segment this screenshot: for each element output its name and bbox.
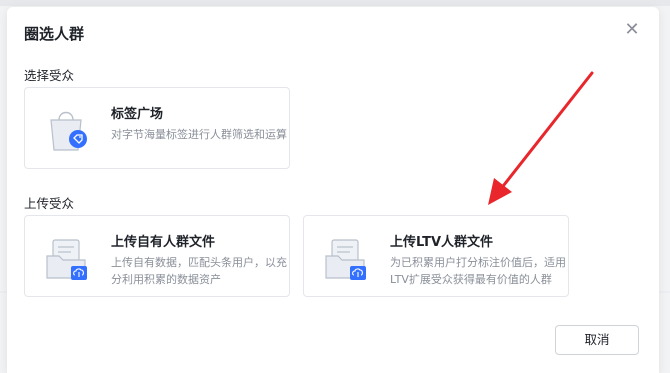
card-title: 标签广场 (111, 107, 164, 122)
dialog: 圈选人群 ✕ 选择受众 标签广场 对字节海量标签进行人群筛选和运算 上传受众 上… (7, 7, 659, 373)
card-description: 对字节海量标签进行人群筛选和运算 (111, 128, 287, 141)
card-title: 上传LTV人群文件 (390, 235, 494, 250)
card-description: 上传自有数据，匹配头条用户，以充分利用积累的数据资产 (111, 256, 287, 286)
card-upload-own[interactable]: 上传自有人群文件 上传自有数据，匹配头条用户，以充分利用积累的数据资产 (24, 215, 290, 297)
dialog-title: 圈选人群 (24, 25, 85, 43)
file-upload-icon (41, 232, 91, 282)
file-upload-icon (320, 232, 370, 282)
card-upload-ltv[interactable]: 上传LTV人群文件 为已积累用户打分标注价值后，适用LTV扩展受众获得最有价值的… (303, 215, 569, 297)
close-icon[interactable]: ✕ (623, 21, 641, 39)
section-label-select: 选择受众 (24, 68, 75, 83)
cancel-button[interactable]: 取消 (555, 325, 639, 355)
section-label-upload: 上传受众 (24, 196, 75, 211)
shopping-bag-tag-icon (41, 104, 91, 154)
card-description: 为已积累用户打分标注价值后，适用LTV扩展受众获得最有价值的人群 (390, 256, 566, 286)
card-title: 上传自有人群文件 (111, 235, 216, 250)
card-tag-square[interactable]: 标签广场 对字节海量标签进行人群筛选和运算 (24, 87, 290, 169)
backdrop-top (0, 0, 670, 6)
